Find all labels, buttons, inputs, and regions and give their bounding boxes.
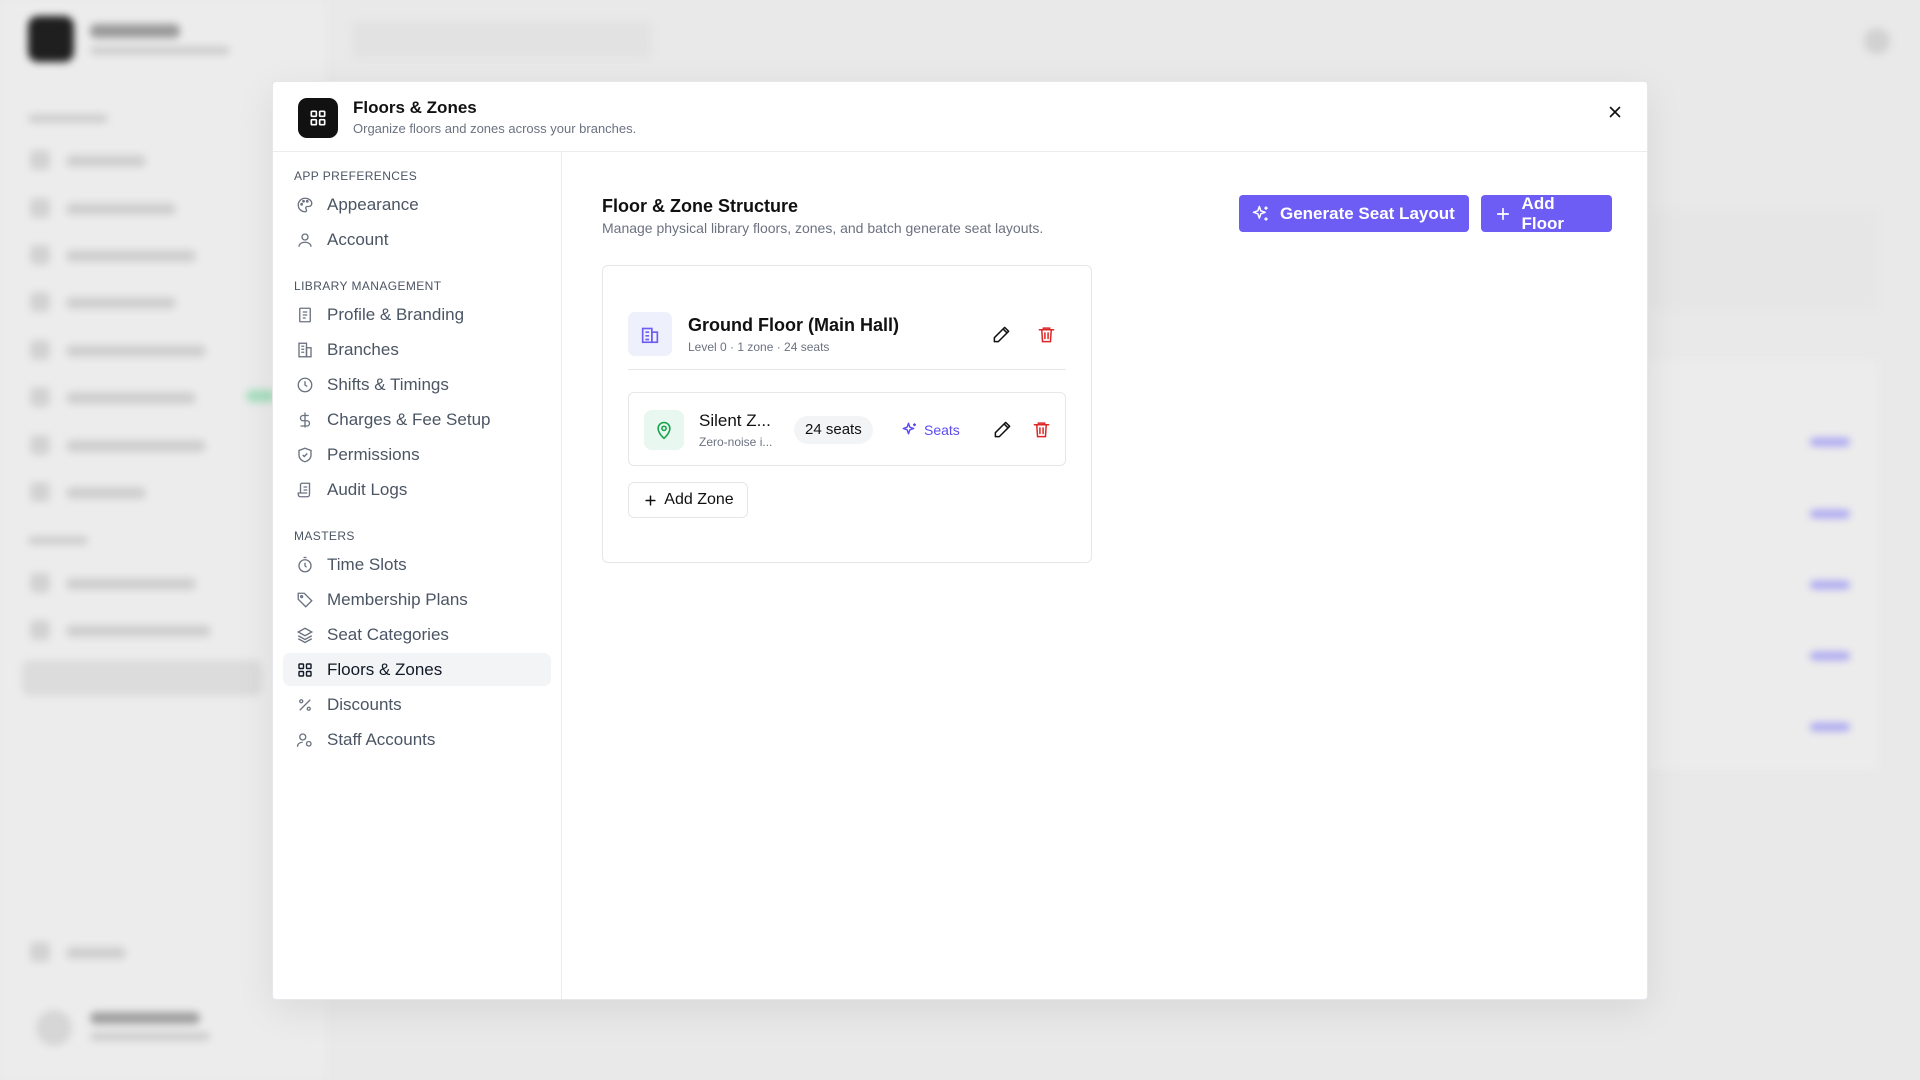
close-icon xyxy=(1609,106,1621,118)
add-zone-button[interactable]: Add Zone xyxy=(628,482,748,518)
shield-icon xyxy=(295,445,315,465)
building-icon xyxy=(295,340,315,360)
timer-icon xyxy=(295,555,315,575)
nav-item-label: Discounts xyxy=(327,694,402,714)
tag-icon xyxy=(295,590,315,610)
delete-floor-button[interactable] xyxy=(1031,319,1061,349)
delete-zone-button[interactable] xyxy=(1026,414,1056,444)
nav-item-label: Account xyxy=(327,229,389,249)
add-floor-label: Add Floor xyxy=(1521,193,1565,233)
main-content: Floor & Zone Structure Manage physical l… xyxy=(562,152,1647,999)
nav-item-discounts[interactable]: Discounts xyxy=(283,688,551,721)
user-cog-icon xyxy=(295,730,315,750)
nav-item-label: Seat Categories xyxy=(327,624,449,644)
plus-icon xyxy=(642,492,658,508)
nav-item-label: Appearance xyxy=(327,194,419,214)
background-table xyxy=(1646,360,1878,770)
nav-item-membership-plans[interactable]: Membership Plans xyxy=(283,583,551,616)
nav-item-time-slots[interactable]: Time Slots xyxy=(283,548,551,581)
clock-icon xyxy=(295,375,315,395)
nav-item-charges-fee-setup[interactable]: Charges & Fee Setup xyxy=(283,403,551,436)
user-icon xyxy=(295,230,315,250)
nav-item-label: Shifts & Timings xyxy=(327,374,449,394)
zone-seat-count-badge: 24 seats xyxy=(794,416,873,444)
pencil-icon xyxy=(993,326,1009,342)
pencil-icon xyxy=(994,421,1010,437)
dollar-icon xyxy=(295,410,315,430)
edit-floor-button[interactable] xyxy=(986,319,1016,349)
background-card xyxy=(1646,210,1878,310)
palette-icon xyxy=(295,195,315,215)
nav-item-account[interactable]: Account xyxy=(283,223,551,256)
sparkles-icon xyxy=(901,421,919,439)
section-subtitle: Manage physical library floors, zones, a… xyxy=(602,220,1044,236)
background-logo xyxy=(28,16,74,62)
generate-seat-layout-label: Generate Seat Layout xyxy=(1280,203,1455,223)
nav-item-branches[interactable]: Branches xyxy=(283,333,551,366)
nav-item-label: Membership Plans xyxy=(327,589,468,609)
receipt-icon xyxy=(295,305,315,325)
nav-item-label: Audit Logs xyxy=(327,479,408,499)
nav-item-label: Charges & Fee Setup xyxy=(327,409,491,429)
modal-subtitle: Organize floors and zones across your br… xyxy=(353,121,637,136)
plus-icon xyxy=(1493,204,1513,224)
nav-item-staff-accounts[interactable]: Staff Accounts xyxy=(283,723,551,756)
building-icon xyxy=(628,312,672,356)
floor-name: Ground Floor (Main Hall) xyxy=(688,315,899,335)
nav-item-audit-logs[interactable]: Audit Logs xyxy=(283,473,551,506)
floor-meta: Level 0 · 1 zone · 24 seats xyxy=(688,340,830,354)
background-search xyxy=(352,22,652,58)
edit-zone-button[interactable] xyxy=(987,414,1017,444)
nav-item-label: Profile & Branding xyxy=(327,304,465,324)
close-button[interactable] xyxy=(1601,98,1629,126)
generate-seat-layout-button[interactable]: Generate Seat Layout xyxy=(1239,195,1469,232)
background-avatar xyxy=(1864,28,1890,54)
nav-item-permissions[interactable]: Permissions xyxy=(283,438,551,471)
sparkles-icon xyxy=(1251,204,1271,224)
percent-icon xyxy=(295,695,315,715)
nav-item-profile-branding[interactable]: Profile & Branding xyxy=(283,298,551,331)
nav-section-app-preferences: APP PREFERENCES xyxy=(294,169,418,183)
map-pin-icon xyxy=(644,410,684,450)
nav-item-label: Floors & Zones xyxy=(327,659,443,679)
nav-item-label: Permissions xyxy=(327,444,420,464)
floor-header: Ground Floor (Main Hall) Level 0 · 1 zon… xyxy=(628,310,1066,370)
zone-row: Silent Z... Zero-noise i... 24 seats Sea… xyxy=(628,392,1066,466)
modal-body: APP PREFERENCES Appearance Account LIBRA… xyxy=(273,152,1647,999)
floors-zones-modal: Floors & Zones Organize floors and zones… xyxy=(272,81,1648,1000)
grid-icon xyxy=(295,660,315,680)
nav-section-masters: MASTERS xyxy=(294,529,355,543)
add-floor-button[interactable]: Add Floor xyxy=(1481,193,1612,233)
zone-seats-button[interactable]: Seats xyxy=(901,416,960,444)
modal-header: Floors & Zones Organize floors and zones… xyxy=(273,82,1647,152)
zone-description: Zero-noise i... xyxy=(699,435,773,449)
nav-item-label: Branches xyxy=(327,339,399,359)
zone-name: Silent Z... xyxy=(699,411,771,430)
trash-icon xyxy=(1033,421,1049,437)
nav-item-floors-zones[interactable]: Floors & Zones xyxy=(283,653,551,686)
nav-item-appearance[interactable]: Appearance xyxy=(283,188,551,221)
zone-seats-label: Seats xyxy=(924,422,960,438)
add-zone-label: Add Zone xyxy=(664,491,734,508)
nav-item-shifts-timings[interactable]: Shifts & Timings xyxy=(283,368,551,401)
nav-section-library-management: LIBRARY MANAGEMENT xyxy=(294,279,442,293)
nav-item-seat-categories[interactable]: Seat Categories xyxy=(283,618,551,651)
nav-item-label: Time Slots xyxy=(327,554,407,574)
nav-item-label: Staff Accounts xyxy=(327,729,436,749)
trash-icon xyxy=(1038,326,1054,342)
settings-nav: APP PREFERENCES Appearance Account LIBRA… xyxy=(273,152,562,999)
layers-icon xyxy=(295,625,315,645)
scroll-icon xyxy=(295,480,315,500)
grid-icon xyxy=(298,98,338,138)
modal-title: Floors & Zones xyxy=(353,98,477,117)
floor-card: Ground Floor (Main Hall) Level 0 · 1 zon… xyxy=(602,265,1092,563)
section-title: Floor & Zone Structure xyxy=(602,196,799,216)
